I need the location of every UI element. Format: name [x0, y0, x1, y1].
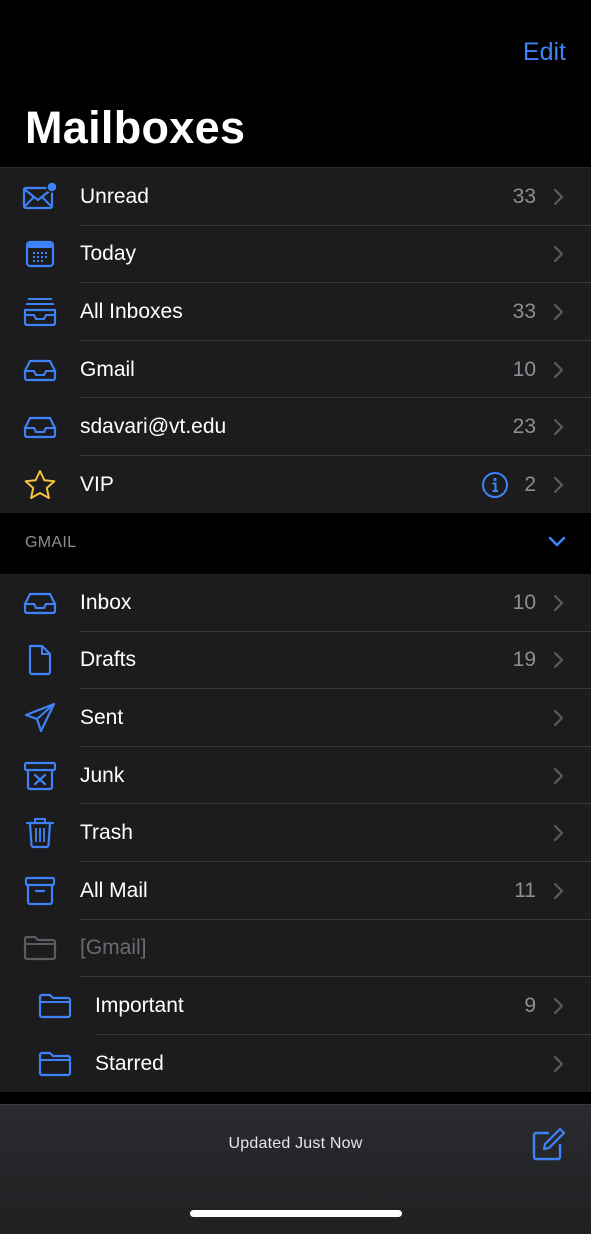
chevron-right-icon — [553, 997, 564, 1015]
mailbox-label: VIP — [80, 472, 114, 496]
folder-count: 10 — [512, 590, 536, 614]
folder-label: All Mail — [80, 878, 148, 902]
chevron-right-icon — [553, 476, 564, 493]
mailbox-count: 33 — [512, 184, 536, 208]
mailbox-label: Today — [80, 242, 137, 266]
archive-box-icon — [22, 875, 58, 907]
info-icon[interactable] — [481, 471, 509, 499]
mailbox-count: 10 — [512, 357, 536, 381]
folder-row-drafts[interactable]: Drafts 19 — [0, 632, 591, 690]
mailbox-label: sdavari@vt.edu — [80, 415, 227, 439]
folder-row-inbox[interactable]: Inbox 10 — [0, 574, 591, 632]
mailbox-row-today[interactable]: Today — [0, 226, 591, 284]
mailboxes-screen: Edit Mailboxes Unread 33 Today All Inbox… — [0, 0, 591, 1234]
folder-label: Trash — [80, 821, 133, 845]
section-header-label: GMAIL — [25, 534, 77, 551]
paper-plane-icon — [22, 702, 58, 734]
folder-label: Sent — [80, 705, 124, 729]
chevron-right-icon — [553, 419, 564, 436]
smart-mailboxes-list: Unread 33 Today All Inboxes 33 Gmail 10 … — [0, 167, 591, 514]
inbox-tray-icon — [22, 354, 58, 386]
mailbox-row-vip[interactable]: VIP 2 — [0, 456, 591, 514]
mailbox-row-vt-account[interactable]: sdavari@vt.edu 23 — [0, 398, 591, 456]
chevron-right-icon — [553, 303, 564, 321]
document-icon — [22, 644, 58, 676]
compose-icon[interactable] — [530, 1127, 566, 1163]
folder-row-all-mail[interactable]: All Mail 11 — [0, 862, 591, 920]
edit-button[interactable]: Edit — [523, 38, 566, 67]
mailbox-count: 23 — [512, 415, 536, 439]
folder-icon — [22, 932, 58, 964]
junk-bin-icon — [22, 760, 58, 792]
mailbox-label: Gmail — [80, 357, 135, 381]
chevron-down-icon[interactable] — [548, 535, 566, 549]
folder-label: Junk — [80, 763, 125, 787]
all-inboxes-tray-icon — [22, 296, 58, 328]
mailbox-label: Unread — [80, 184, 149, 208]
unread-envelope-icon — [22, 181, 58, 213]
folder-row-junk[interactable]: Junk — [0, 747, 591, 805]
folder-label: [Gmail] — [80, 936, 147, 960]
mailbox-count: 33 — [512, 299, 536, 323]
chevron-right-icon — [553, 361, 564, 378]
chevron-right-icon — [553, 246, 564, 263]
folder-label: Inbox — [80, 590, 132, 614]
chevron-right-icon — [553, 767, 564, 784]
folder-row-gmail-group: [Gmail] — [0, 920, 591, 978]
chevron-right-icon — [553, 652, 564, 669]
folder-row-sent[interactable]: Sent — [0, 689, 591, 747]
folder-row-starred[interactable]: Starred — [0, 1035, 591, 1093]
inbox-tray-icon — [22, 411, 58, 443]
gmail-section-header[interactable]: GMAIL — [0, 513, 591, 573]
chevron-right-icon — [553, 709, 564, 727]
mailbox-row-all-inboxes[interactable]: All Inboxes 33 — [0, 283, 591, 341]
folder-icon — [37, 1048, 73, 1080]
mailbox-label: All Inboxes — [80, 299, 183, 323]
chevron-right-icon — [553, 594, 564, 611]
home-indicator[interactable] — [190, 1210, 402, 1217]
mailbox-row-unread[interactable]: Unread 33 — [0, 168, 591, 226]
mailbox-row-gmail[interactable]: Gmail 10 — [0, 341, 591, 399]
inbox-tray-icon — [22, 587, 58, 619]
folder-count: 11 — [514, 878, 536, 902]
folder-count: 19 — [512, 648, 536, 672]
folder-label: Starred — [95, 1051, 164, 1075]
folder-row-trash[interactable]: Trash — [0, 804, 591, 862]
chevron-right-icon — [553, 188, 564, 205]
chevron-right-icon — [553, 825, 564, 842]
folder-label: Drafts — [80, 648, 137, 672]
calendar-icon — [22, 238, 58, 270]
chevron-right-icon — [553, 882, 564, 899]
trash-icon — [22, 817, 58, 849]
page-title: Mailboxes — [25, 102, 246, 153]
folder-row-important[interactable]: Important 9 — [0, 977, 591, 1035]
mailbox-count: 2 — [524, 472, 536, 496]
folder-icon — [37, 990, 73, 1022]
folder-label: Important — [95, 993, 184, 1017]
folder-count: 9 — [524, 993, 536, 1017]
chevron-right-icon — [553, 1055, 564, 1072]
update-status: Updated Just Now — [228, 1135, 363, 1152]
gmail-folders-list: Inbox 10 Drafts 19 Sent Junk Trash All M… — [0, 574, 591, 1093]
star-icon — [22, 469, 58, 501]
